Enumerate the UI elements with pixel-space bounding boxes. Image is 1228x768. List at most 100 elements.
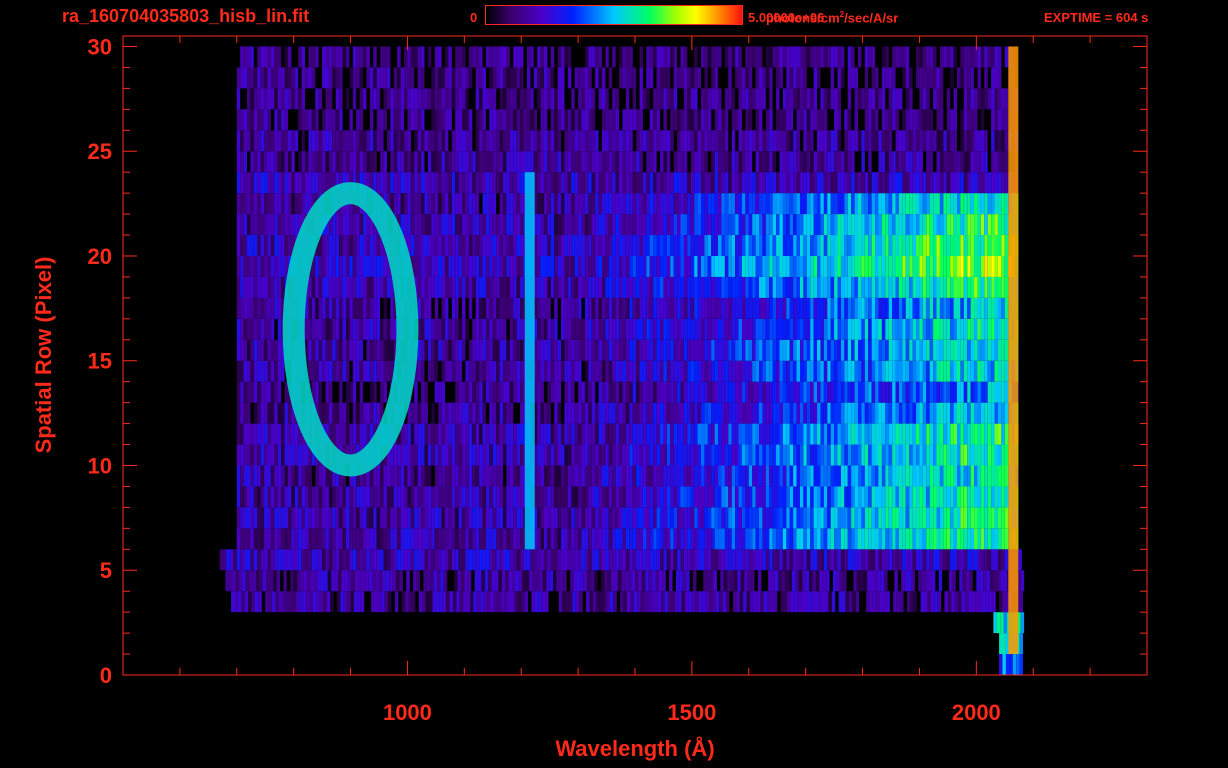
heatmap-cell [810, 276, 814, 298]
heatmap-cell [554, 151, 558, 173]
heatmap-cell [922, 339, 927, 361]
heatmap-cell [683, 235, 688, 256]
heatmap-cell [929, 402, 934, 424]
heatmap-cell [506, 528, 510, 550]
heatmap-cell [496, 465, 500, 487]
heatmap-cell [632, 444, 637, 466]
heatmap-cell [984, 318, 988, 340]
heatmap-cell [963, 444, 968, 466]
heatmap-cell [479, 235, 483, 256]
heatmap-cell [578, 402, 582, 424]
heatmap-cell [752, 549, 756, 571]
heatmap-cell [980, 444, 985, 466]
heatmap-cell [456, 591, 460, 613]
heatmap-cell [977, 486, 981, 508]
heatmap-cell [489, 549, 493, 571]
heatmap-cell [779, 486, 783, 508]
heatmap-cell [670, 549, 674, 571]
heatmap-cell [864, 339, 869, 361]
heatmap-cell [803, 297, 807, 319]
heatmap-cell [1018, 549, 1022, 571]
heatmap-cell [694, 381, 698, 403]
heatmap-cell [290, 570, 294, 592]
heatmap-cell [492, 486, 497, 508]
heatmap-cell [363, 549, 367, 571]
heatmap-cell [683, 193, 688, 215]
heatmap-cell [1020, 612, 1025, 634]
heatmap-cell [663, 423, 667, 445]
heatmap-cell [475, 465, 480, 487]
heatmap-cell [353, 591, 358, 613]
heatmap-cell [851, 528, 855, 550]
heatmap-cell [479, 318, 483, 340]
heatmap-cell [888, 423, 893, 445]
heatmap-cell [953, 235, 957, 256]
heatmap-cell [1004, 444, 1009, 466]
heatmap-cell [267, 549, 271, 571]
heatmap-cell [301, 465, 306, 487]
heatmap-cell [840, 151, 845, 173]
heatmap-cell [451, 465, 456, 487]
heatmap-cell [721, 276, 725, 298]
heatmap-cell [571, 486, 575, 508]
heatmap-cell [803, 172, 807, 194]
heatmap-row [236, 402, 1019, 424]
heatmap-cell [671, 591, 675, 613]
heatmap-cell [735, 318, 739, 340]
heatmap-cell [991, 297, 995, 319]
heatmap-cell [335, 549, 340, 571]
heatmap-cell [451, 360, 456, 382]
heatmap-cell [232, 570, 236, 592]
heatmap-cell [858, 381, 862, 403]
heatmap-cell [619, 402, 623, 424]
heatmap-cell [837, 339, 841, 361]
heatmap-cell [336, 591, 341, 613]
heatmap-cell [475, 297, 480, 319]
heatmap-cell [834, 549, 838, 571]
heatmap-cell [1004, 528, 1009, 550]
heatmap-cell [830, 151, 835, 173]
heatmap-cell [243, 193, 248, 215]
heatmap-cell [244, 591, 249, 613]
heatmap-cell [844, 318, 848, 340]
heatmap-cell [735, 528, 739, 550]
heatmap-cell [837, 193, 841, 215]
heatmap-cell [270, 151, 275, 173]
heatmap-cell [704, 423, 708, 445]
heatmap-cell [656, 402, 661, 424]
heatmap-cell [277, 255, 282, 277]
heatmap-cell [301, 549, 306, 571]
heatmap-cell [547, 360, 551, 382]
heatmap-cell [810, 360, 814, 382]
heatmap-cell [250, 549, 254, 571]
heatmap-cell [745, 193, 749, 215]
heatmap-cell [738, 235, 742, 256]
heatmap-cell [485, 465, 490, 487]
heatmap-cell [868, 151, 872, 173]
heatmap-cell [980, 255, 985, 277]
heatmap-cell [414, 486, 418, 508]
heatmap-cell [704, 528, 708, 550]
heatmap-cell [663, 318, 667, 340]
heatmap-cell [837, 235, 841, 256]
heatmap-cell [677, 214, 681, 236]
heatmap-cell [963, 255, 968, 277]
heatmap-cell [864, 318, 869, 340]
heatmap-cell [448, 276, 452, 298]
heatmap-cell [335, 402, 340, 424]
heatmap-cell [418, 591, 423, 613]
heatmap-cell [499, 151, 504, 173]
heatmap-cell [953, 528, 957, 550]
heatmap-cell [595, 297, 599, 319]
heatmap-cell [386, 276, 391, 298]
heatmap-cell [356, 151, 360, 173]
heatmap-cell [543, 318, 548, 340]
heatmap-cell [817, 486, 821, 508]
heatmap-cell [960, 255, 964, 277]
heatmap-cell [943, 193, 947, 215]
heatmap-cell [513, 444, 517, 466]
heatmap-cell [840, 528, 845, 550]
heatmap-cell [950, 214, 954, 236]
heatmap-cell [799, 235, 804, 256]
heatmap-cell [847, 528, 852, 550]
